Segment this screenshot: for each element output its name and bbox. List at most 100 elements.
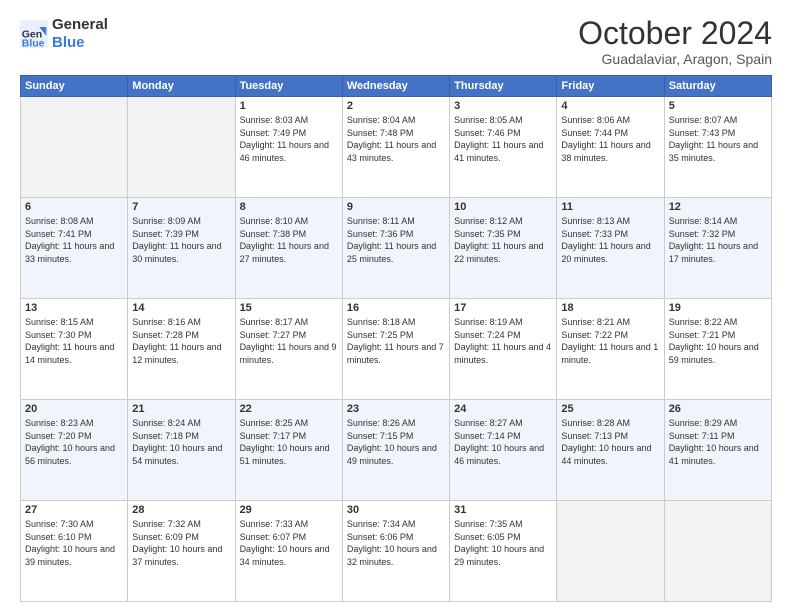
month-title: October 2024 [578, 16, 772, 51]
day-info: Sunrise: 8:17 AMSunset: 7:27 PMDaylight:… [240, 316, 338, 366]
day-info: Sunrise: 8:05 AMSunset: 7:46 PMDaylight:… [454, 114, 552, 164]
day-number: 25 [561, 403, 659, 415]
table-row: 27 Sunrise: 7:30 AMSunset: 6:10 PMDayligh… [21, 501, 128, 602]
calendar-week-row: 6 Sunrise: 8:08 AMSunset: 7:41 PMDaylight… [21, 198, 772, 299]
day-info: Sunrise: 8:07 AMSunset: 7:43 PMDaylight:… [669, 114, 767, 164]
day-info: Sunrise: 8:16 AMSunset: 7:28 PMDaylight:… [132, 316, 230, 366]
table-row: 1 Sunrise: 8:03 AMSunset: 7:49 PMDaylight… [235, 97, 342, 198]
day-info: Sunrise: 8:25 AMSunset: 7:17 PMDaylight:… [240, 417, 338, 467]
day-number: 20 [25, 403, 123, 415]
table-row: 10Sunrise: 8:12 AMSunset: 7:35 PMDayligh… [450, 198, 557, 299]
table-row: 23 Sunrise: 8:26 AMSunset: 7:15 PMDayligh… [342, 400, 449, 501]
table-row: 4Sunrise: 8:06 AMSunset: 7:44 PMDaylight… [557, 97, 664, 198]
day-info: Sunrise: 7:30 AMSunset: 6:10 PMDaylight:… [25, 518, 123, 568]
day-info: Sunrise: 8:10 AMSunset: 7:38 PMDaylight:… [240, 215, 338, 265]
day-number: 18 [561, 302, 659, 314]
calendar-week-row: 27 Sunrise: 7:30 AMSunset: 6:10 PMDayligh… [21, 501, 772, 602]
day-info: Sunrise: 8:14 AMSunset: 7:32 PMDaylight:… [669, 215, 767, 265]
table-row: 29Sunrise: 7:33 AMSunset: 6:07 PMDayligh… [235, 501, 342, 602]
table-row: 22 Sunrise: 8:25 AMSunset: 7:17 PMDayligh… [235, 400, 342, 501]
day-number: 6 [25, 201, 123, 213]
table-row: 28 Sunrise: 7:32 AMSunset: 6:09 PMDayligh… [128, 501, 235, 602]
day-info: Sunrise: 8:13 AMSunset: 7:33 PMDaylight:… [561, 215, 659, 265]
day-number: 21 [132, 403, 230, 415]
table-row: 31Sunrise: 7:35 AMSunset: 6:05 PMDayligh… [450, 501, 557, 602]
logo-general: General [52, 16, 108, 33]
logo-blue: Blue [52, 34, 85, 51]
day-info: Sunrise: 8:21 AMSunset: 7:22 PMDaylight:… [561, 316, 659, 366]
table-row: 3 Sunrise: 8:05 AMSunset: 7:46 PMDaylight… [450, 97, 557, 198]
location-title: Guadalaviar, Aragon, Spain [578, 51, 772, 67]
day-number: 23 [347, 403, 445, 415]
header: Gen Blue General Blue October 2024 Guada… [20, 16, 772, 67]
table-row: 24 Sunrise: 8:27 AMSunset: 7:14 PMDayligh… [450, 400, 557, 501]
calendar-header-row: Sunday Monday Tuesday Wednesday Thursday… [21, 76, 772, 97]
day-info: Sunrise: 8:24 AMSunset: 7:18 PMDaylight:… [132, 417, 230, 467]
day-info: Sunrise: 8:11 AMSunset: 7:36 PMDaylight:… [347, 215, 445, 265]
header-thursday: Thursday [450, 76, 557, 97]
day-number: 8 [240, 201, 338, 213]
table-row: 21 Sunrise: 8:24 AMSunset: 7:18 PMDayligh… [128, 400, 235, 501]
day-info: Sunrise: 7:32 AMSunset: 6:09 PMDaylight:… [132, 518, 230, 568]
title-block: October 2024 Guadalaviar, Aragon, Spain [578, 16, 772, 67]
table-row [128, 97, 235, 198]
table-row [664, 501, 771, 602]
day-info: Sunrise: 8:22 AMSunset: 7:21 PMDaylight:… [669, 316, 767, 366]
table-row: 11Sunrise: 8:13 AMSunset: 7:33 PMDayligh… [557, 198, 664, 299]
day-number: 1 [240, 100, 338, 112]
table-row [21, 97, 128, 198]
logo-text: General Blue [52, 16, 108, 52]
header-sunday: Sunday [21, 76, 128, 97]
calendar-table: Sunday Monday Tuesday Wednesday Thursday… [20, 75, 772, 602]
header-friday: Friday [557, 76, 664, 97]
day-info: Sunrise: 8:19 AMSunset: 7:24 PMDaylight:… [454, 316, 552, 366]
table-row: 30 Sunrise: 7:34 AMSunset: 6:06 PMDayligh… [342, 501, 449, 602]
day-info: Sunrise: 8:12 AMSunset: 7:35 PMDaylight:… [454, 215, 552, 265]
day-number: 28 [132, 504, 230, 516]
table-row: 15 Sunrise: 8:17 AMSunset: 7:27 PMDayligh… [235, 299, 342, 400]
day-number: 19 [669, 302, 767, 314]
table-row: 18 Sunrise: 8:21 AMSunset: 7:22 PMDayligh… [557, 299, 664, 400]
day-info: Sunrise: 8:08 AMSunset: 7:41 PMDaylight:… [25, 215, 123, 265]
day-info: Sunrise: 8:15 AMSunset: 7:30 PMDaylight:… [25, 316, 123, 366]
day-number: 15 [240, 302, 338, 314]
day-info: Sunrise: 8:27 AMSunset: 7:14 PMDaylight:… [454, 417, 552, 467]
day-info: Sunrise: 8:29 AMSunset: 7:11 PMDaylight:… [669, 417, 767, 467]
day-info: Sunrise: 8:04 AMSunset: 7:48 PMDaylight:… [347, 114, 445, 164]
day-number: 24 [454, 403, 552, 415]
table-row: 8 Sunrise: 8:10 AMSunset: 7:38 PMDaylight… [235, 198, 342, 299]
day-info: Sunrise: 8:26 AMSunset: 7:15 PMDaylight:… [347, 417, 445, 467]
day-number: 17 [454, 302, 552, 314]
day-info: Sunrise: 8:09 AMSunset: 7:39 PMDaylight:… [132, 215, 230, 265]
table-row [557, 501, 664, 602]
day-number: 30 [347, 504, 445, 516]
day-info: Sunrise: 8:03 AMSunset: 7:49 PMDaylight:… [240, 114, 338, 164]
day-number: 27 [25, 504, 123, 516]
table-row: 2 Sunrise: 8:04 AMSunset: 7:48 PMDaylight… [342, 97, 449, 198]
day-number: 5 [669, 100, 767, 112]
day-number: 2 [347, 100, 445, 112]
day-info: Sunrise: 8:28 AMSunset: 7:13 PMDaylight:… [561, 417, 659, 467]
table-row: 25 Sunrise: 8:28 AMSunset: 7:13 PMDayligh… [557, 400, 664, 501]
day-number: 22 [240, 403, 338, 415]
table-row: 7Sunrise: 8:09 AMSunset: 7:39 PMDaylight… [128, 198, 235, 299]
svg-text:Blue: Blue [22, 37, 45, 48]
table-row: 12 Sunrise: 8:14 AMSunset: 7:32 PMDayligh… [664, 198, 771, 299]
header-saturday: Saturday [664, 76, 771, 97]
day-info: Sunrise: 8:23 AMSunset: 7:20 PMDaylight:… [25, 417, 123, 467]
table-row: 19 Sunrise: 8:22 AMSunset: 7:21 PMDayligh… [664, 299, 771, 400]
table-row: 16Sunrise: 8:18 AMSunset: 7:25 PMDayligh… [342, 299, 449, 400]
calendar-week-row: 20 Sunrise: 8:23 AMSunset: 7:20 PMDayligh… [21, 400, 772, 501]
table-row: 20 Sunrise: 8:23 AMSunset: 7:20 PMDayligh… [21, 400, 128, 501]
header-tuesday: Tuesday [235, 76, 342, 97]
day-info: Sunrise: 7:34 AMSunset: 6:06 PMDaylight:… [347, 518, 445, 568]
day-number: 14 [132, 302, 230, 314]
table-row: 9Sunrise: 8:11 AMSunset: 7:36 PMDaylight… [342, 198, 449, 299]
table-row: 5 Sunrise: 8:07 AMSunset: 7:43 PMDaylight… [664, 97, 771, 198]
header-wednesday: Wednesday [342, 76, 449, 97]
day-number: 4 [561, 100, 659, 112]
day-number: 3 [454, 100, 552, 112]
day-number: 12 [669, 201, 767, 213]
table-row: 13Sunrise: 8:15 AMSunset: 7:30 PMDayligh… [21, 299, 128, 400]
day-info: Sunrise: 8:18 AMSunset: 7:25 PMDaylight:… [347, 316, 445, 366]
